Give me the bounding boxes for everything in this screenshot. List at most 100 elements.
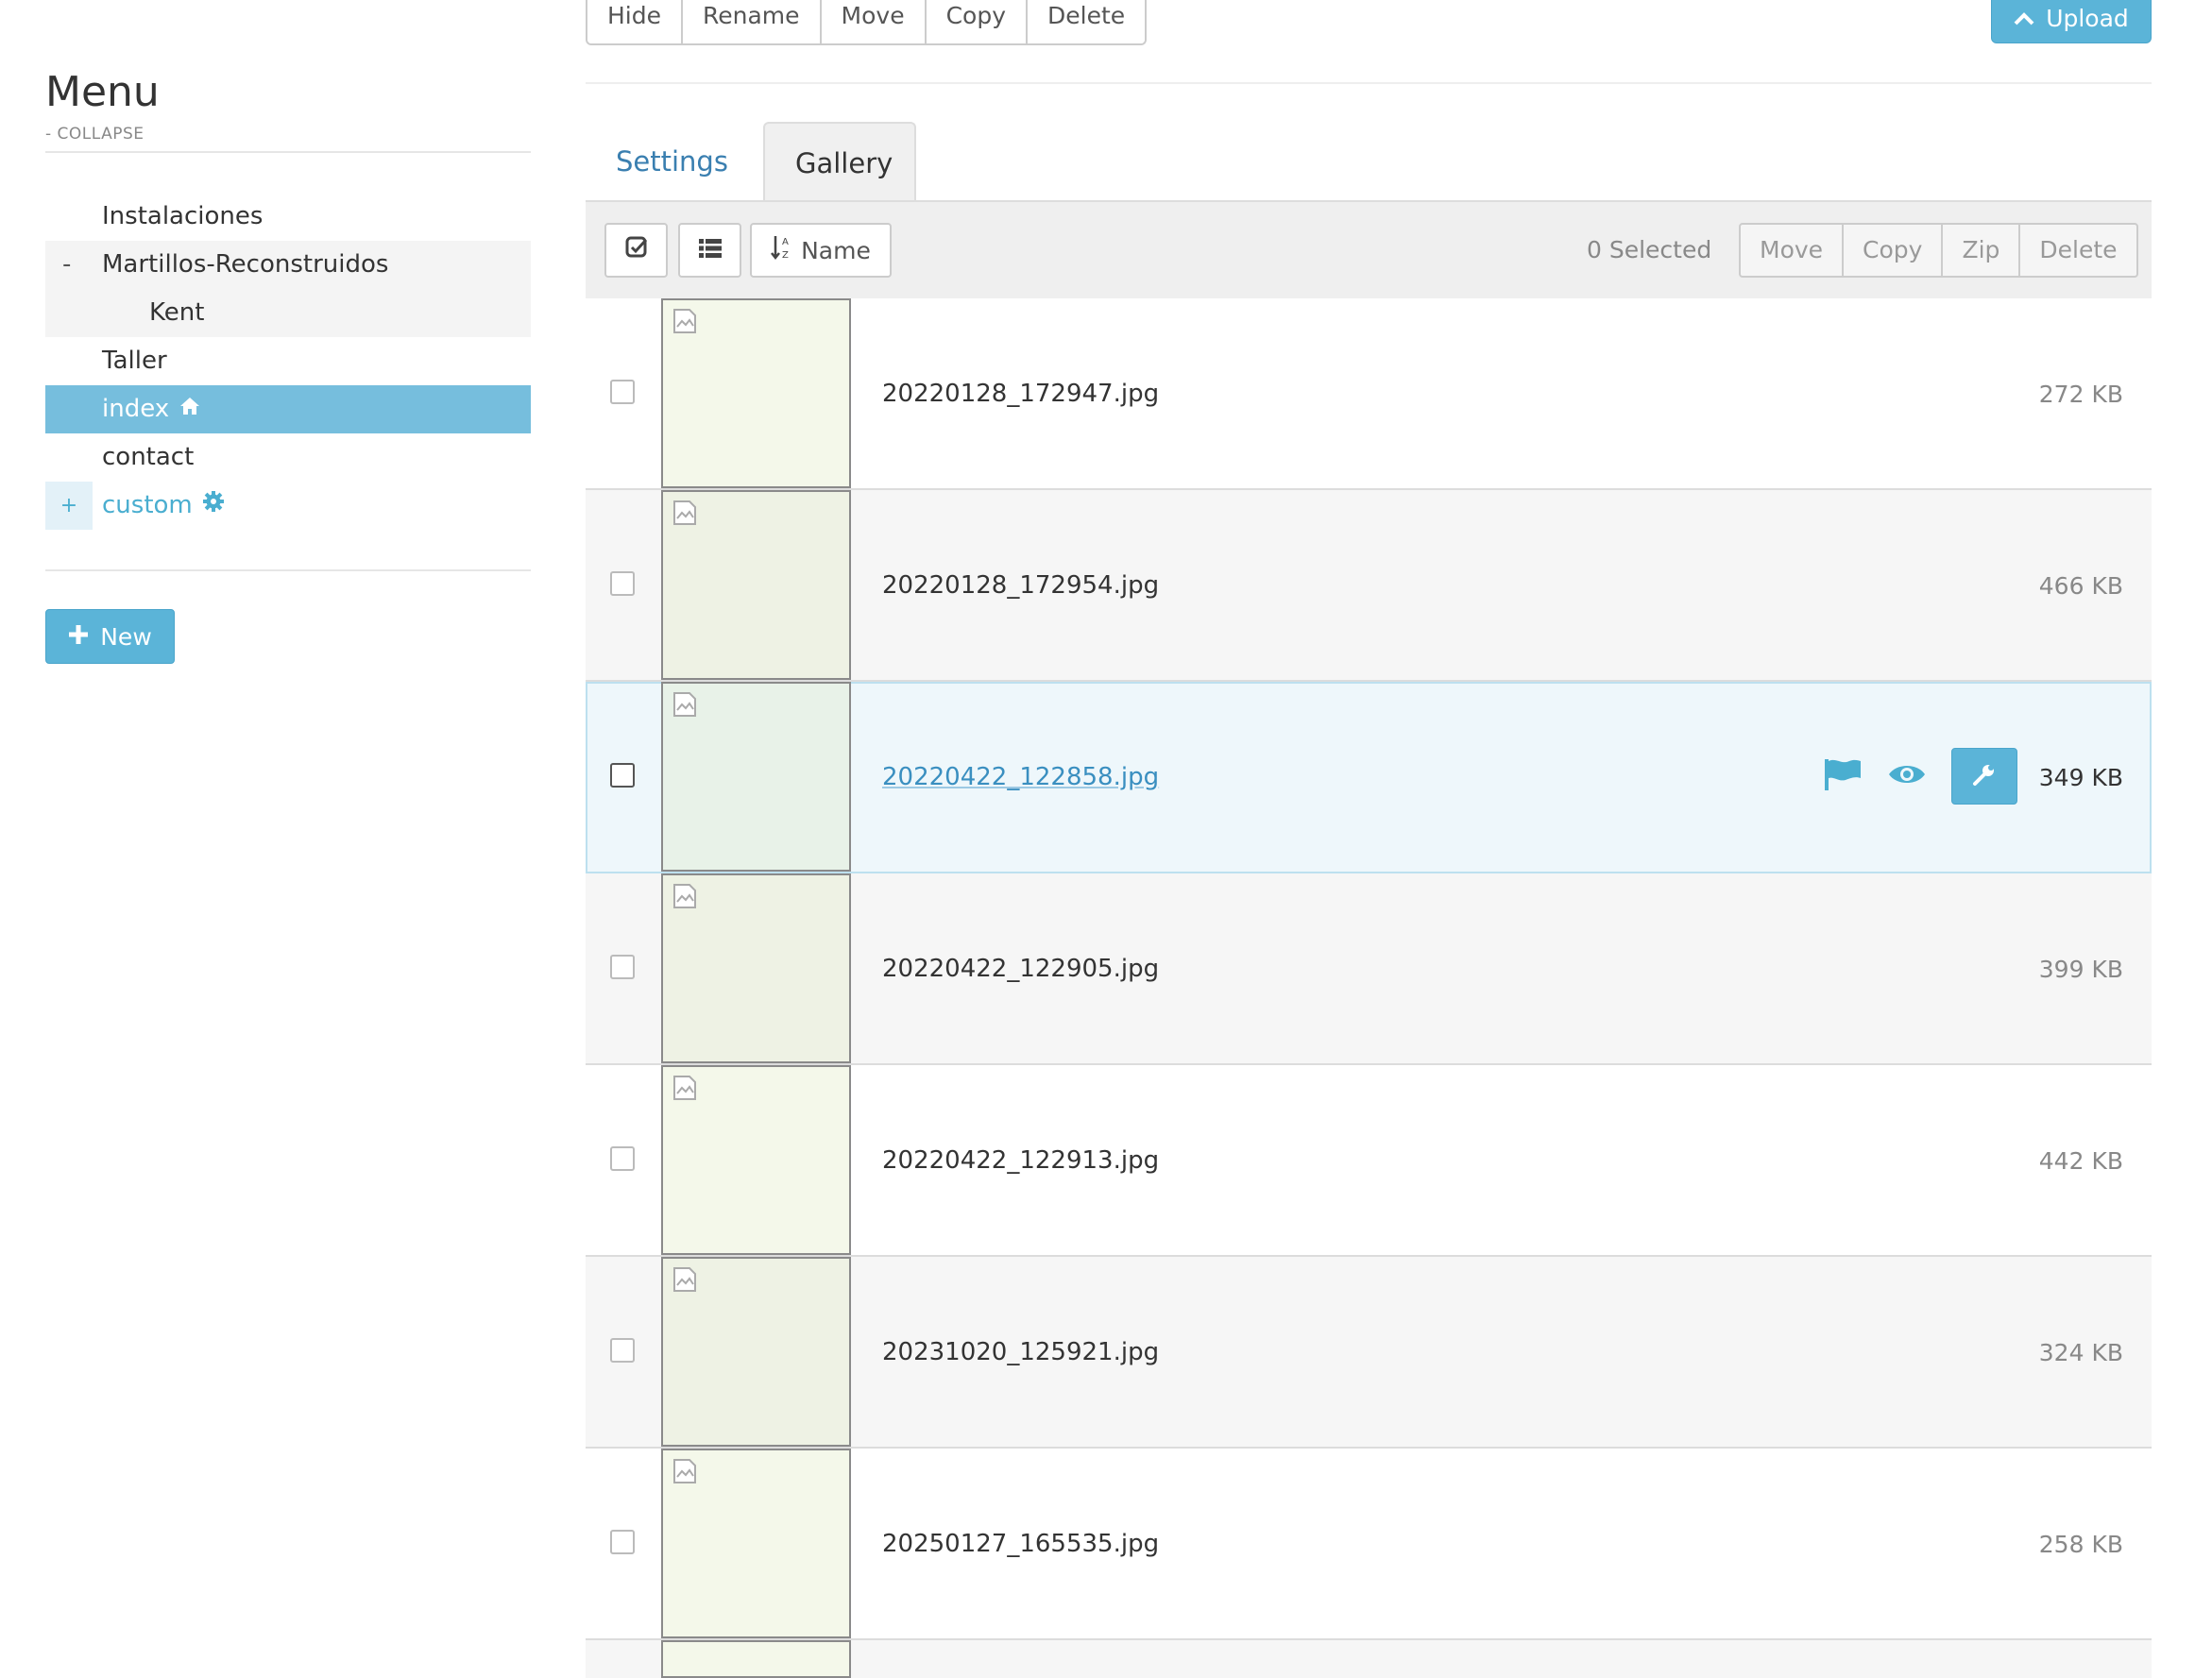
- edit-file-button[interactable]: [1951, 748, 2017, 805]
- sidebar-item-label-wrap: index: [102, 385, 201, 433]
- sidebar-item-index[interactable]: index: [45, 385, 531, 433]
- row-checkbox[interactable]: [610, 1146, 635, 1171]
- copy-button[interactable]: Copy: [926, 0, 1028, 43]
- file-name[interactable]: 20220422_122913.jpg: [882, 1065, 1159, 1257]
- bulk-delete-button[interactable]: Delete: [2020, 225, 2135, 276]
- expand-toggle[interactable]: +: [45, 482, 93, 530]
- broken-image-icon: [672, 691, 697, 721]
- new-button[interactable]: New: [45, 609, 175, 664]
- file-thumbnail[interactable]: [661, 682, 851, 872]
- sidebar-item-label: custom: [102, 491, 193, 519]
- file-size: 258 KB: [2038, 1531, 2123, 1558]
- file-name[interactable]: 20220128_172954.jpg: [882, 490, 1159, 682]
- delete-button[interactable]: Delete: [1028, 0, 1146, 43]
- file-thumbnail[interactable]: [661, 1640, 851, 1678]
- check-square-icon: [624, 235, 649, 265]
- file-size: 272 KB: [2038, 381, 2123, 408]
- file-row[interactable]: 20220128_172954.jpg 466 KB: [586, 490, 2152, 682]
- broken-image-icon: [672, 1075, 697, 1105]
- sidebar-divider: [45, 151, 531, 153]
- bulk-actions-group: Move Copy Zip Delete: [1739, 223, 2138, 278]
- row-checkbox[interactable]: [610, 1338, 635, 1363]
- file-thumbnail[interactable]: [661, 490, 851, 680]
- broken-image-icon: [672, 1458, 697, 1488]
- file-size: 324 KB: [2038, 1339, 2123, 1366]
- file-size: 466 KB: [2038, 572, 2123, 600]
- sidebar-item-custom[interactable]: + custom: [45, 482, 531, 530]
- file-row[interactable]: [586, 1640, 2152, 1678]
- sidebar-item-taller[interactable]: Taller: [45, 337, 531, 385]
- selected-count: 0 Selected: [1587, 236, 1712, 263]
- file-row[interactable]: 20220422_122913.jpg 442 KB: [586, 1065, 2152, 1257]
- row-checkbox[interactable]: [610, 380, 635, 404]
- collapse-toggle[interactable]: -: [62, 241, 71, 289]
- sort-label: Name: [801, 236, 871, 264]
- upload-button[interactable]: Upload: [1991, 0, 2152, 43]
- new-button-label: New: [100, 622, 152, 651]
- select-all-button[interactable]: [604, 223, 668, 278]
- hide-button[interactable]: Hide: [587, 0, 683, 43]
- file-actions-toolbar: Hide Rename Move Copy Delete: [586, 0, 1148, 45]
- file-thumbnail[interactable]: [661, 298, 851, 488]
- sort-by-name-button[interactable]: AZ Name: [750, 223, 892, 278]
- sort-alpha-icon: AZ: [771, 234, 791, 266]
- row-checkbox[interactable]: [610, 955, 635, 979]
- sidebar-item-label: contact: [102, 443, 195, 471]
- divider: [586, 82, 2152, 84]
- gear-icon: [202, 482, 225, 530]
- tab-gallery[interactable]: Gallery: [763, 122, 916, 201]
- move-button[interactable]: Move: [821, 0, 927, 43]
- row-checkbox[interactable]: [610, 571, 635, 596]
- sidebar-item-label: Martillos-Reconstruidos: [102, 250, 389, 279]
- file-thumbnail[interactable]: [661, 1449, 851, 1638]
- broken-image-icon: [672, 1266, 697, 1297]
- sidebar-item-label: index: [102, 395, 170, 423]
- list-icon: [698, 237, 723, 264]
- file-size: 349 KB: [2038, 764, 2123, 791]
- file-row[interactable]: 20220422_122905.jpg 399 KB: [586, 873, 2152, 1065]
- sidebar-divider: [45, 569, 531, 571]
- tab-settings[interactable]: Settings: [586, 122, 758, 201]
- file-size: 399 KB: [2038, 956, 2123, 983]
- row-checkbox[interactable]: [610, 1530, 635, 1554]
- broken-image-icon: [672, 883, 697, 913]
- home-icon: [179, 385, 201, 433]
- flag-icon[interactable]: [1823, 757, 1863, 795]
- row-actions: [1823, 748, 2017, 805]
- list-view-button[interactable]: [678, 223, 741, 278]
- broken-image-icon: [672, 500, 697, 530]
- file-thumbnail[interactable]: [661, 873, 851, 1063]
- collapse-link[interactable]: - COLLAPSE: [45, 125, 145, 144]
- bulk-move-button[interactable]: Move: [1741, 225, 1845, 276]
- file-row[interactable]: 20231020_125921.jpg 324 KB: [586, 1257, 2152, 1449]
- sidebar-item-label: Taller: [102, 347, 167, 375]
- file-name[interactable]: 20250127_165535.jpg: [882, 1449, 1159, 1640]
- file-name[interactable]: 20231020_125921.jpg: [882, 1257, 1159, 1449]
- file-row[interactable]: 20220128_172947.jpg 272 KB: [586, 298, 2152, 490]
- menu-title: Menu: [45, 68, 160, 116]
- bulk-zip-button[interactable]: Zip: [1943, 225, 2021, 276]
- eye-icon[interactable]: [1887, 761, 1927, 791]
- sidebar-item-label: Instalaciones: [102, 202, 264, 230]
- row-checkbox[interactable]: [610, 763, 635, 788]
- rename-button[interactable]: Rename: [683, 0, 822, 43]
- sidebar-item-instalaciones[interactable]: Instalaciones: [45, 193, 531, 241]
- chevron-up-icon: [2014, 5, 2034, 32]
- file-thumbnail[interactable]: [661, 1065, 851, 1255]
- file-row[interactable]: 20220422_122858.jpg 349 KB: [586, 682, 2152, 873]
- svg-text:A: A: [782, 237, 789, 247]
- file-list: 20220128_172947.jpg 272 KB 20220128_1729…: [586, 298, 2152, 1678]
- sidebar-item-martillos-reconstruidos[interactable]: - Martillos-Reconstruidos: [45, 241, 531, 289]
- file-name[interactable]: 20220128_172947.jpg: [882, 298, 1159, 490]
- file-thumbnail[interactable]: [661, 1257, 851, 1447]
- sidebar-menu: Instalaciones - Martillos-Reconstruidos …: [45, 193, 531, 530]
- svg-text:Z: Z: [782, 250, 789, 261]
- bulk-copy-button[interactable]: Copy: [1844, 225, 1944, 276]
- file-name[interactable]: 20220422_122905.jpg: [882, 873, 1159, 1065]
- file-size: 442 KB: [2038, 1147, 2123, 1175]
- file-name[interactable]: 20220422_122858.jpg: [882, 682, 1159, 873]
- file-row[interactable]: 20250127_165535.jpg 258 KB: [586, 1449, 2152, 1640]
- sidebar-item-kent[interactable]: Kent: [45, 289, 531, 337]
- plus-icon: [68, 623, 89, 651]
- sidebar-item-contact[interactable]: contact: [45, 433, 531, 482]
